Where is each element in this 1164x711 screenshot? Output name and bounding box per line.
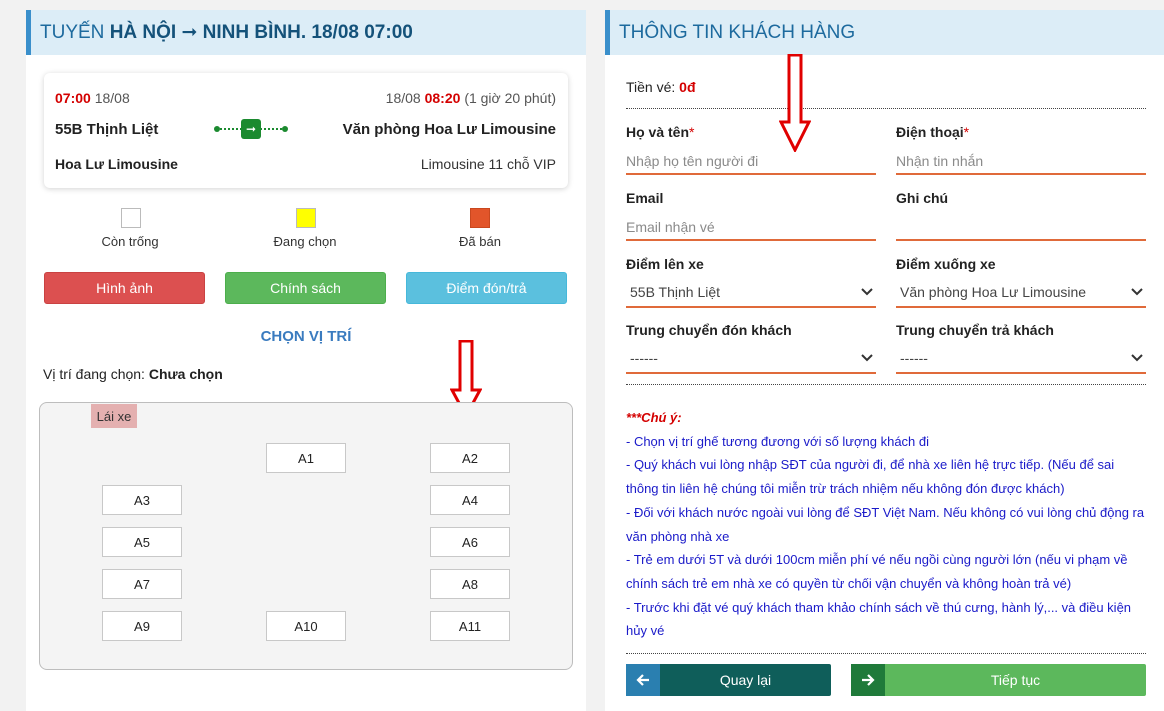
phone-input[interactable] bbox=[896, 149, 1146, 175]
arrow-right-icon bbox=[851, 664, 885, 696]
route-header: TUYẾN HÀ NỘI ➞ NINH BÌNH . 18/08 07:00 bbox=[26, 10, 586, 55]
seat-a4[interactable]: A4 bbox=[430, 485, 510, 515]
choose-position-heading: CHỌN VỊ TRÍ bbox=[260, 328, 352, 345]
divider bbox=[626, 384, 1146, 385]
arrive-info: 18/08 08:20 (1 giờ 20 phút) bbox=[386, 90, 556, 106]
pickup-select[interactable]: 55B Thịnh Liệt bbox=[626, 278, 876, 308]
seat-a9[interactable]: A9 bbox=[102, 611, 182, 641]
note-input[interactable] bbox=[896, 215, 1146, 241]
legend-empty-label: Còn trống bbox=[101, 234, 159, 249]
legend-sold-swatch bbox=[470, 208, 490, 228]
trip-panel: TUYẾN HÀ NỘI ➞ NINH BÌNH . 18/08 07:00 0… bbox=[26, 10, 586, 711]
route-arrow-icon: ➞ bbox=[181, 22, 198, 43]
selected-position-value: Chưa chọn bbox=[148, 366, 223, 382]
note-line: - Quý khách vui lòng nhập SĐT của người … bbox=[626, 457, 1115, 497]
name-input[interactable] bbox=[626, 149, 876, 175]
ticket-price: Tiền vé: 0đ bbox=[626, 79, 696, 95]
route-datetime: . 18/08 07:00 bbox=[300, 21, 413, 43]
trip-duration: (1 giờ 20 phút) bbox=[464, 90, 556, 106]
ticket-price-label: Tiền vé: bbox=[626, 79, 676, 95]
arrive-time: 08:20 bbox=[424, 90, 461, 106]
policy-button[interactable]: Chính sách bbox=[225, 272, 386, 304]
email-input[interactable] bbox=[626, 215, 876, 241]
customer-panel: THÔNG TIN KHÁCH HÀNG Tiền vé: 0đ Họ và t… bbox=[605, 10, 1164, 711]
route-destination-city: NINH BÌNH bbox=[202, 21, 301, 43]
back-button-label: Quay lại bbox=[719, 672, 772, 688]
legend-selecting-swatch bbox=[296, 208, 316, 228]
seat-a7[interactable]: A7 bbox=[102, 569, 182, 599]
route-arrow-box-icon: ➞ bbox=[241, 119, 261, 139]
route-origin-city: HÀ NỘI bbox=[109, 21, 177, 43]
chevron-down-icon bbox=[861, 288, 873, 296]
chevron-down-icon bbox=[1131, 288, 1143, 296]
ticket-price-value: 0đ bbox=[679, 79, 696, 95]
transfer-pickup-value: ------ bbox=[630, 350, 658, 366]
customer-header: THÔNG TIN KHÁCH HÀNG bbox=[605, 10, 1164, 55]
phone-label: Điện thoại* bbox=[896, 124, 970, 140]
trip-origin: 55B Thịnh Liệt bbox=[55, 121, 159, 138]
trip-operator: Hoa Lư Limousine bbox=[55, 156, 178, 172]
selected-position-label: Vị trí đang chọn: bbox=[43, 366, 145, 382]
note-line: - Chọn vị trí ghế tương đương với số lượ… bbox=[626, 433, 930, 449]
note-label: Ghi chú bbox=[896, 190, 949, 206]
dropoff-select[interactable]: Văn phòng Hoa Lư Limousine bbox=[896, 278, 1146, 308]
depart-date: 18/08 bbox=[94, 90, 130, 106]
transfer-drop-select[interactable]: ------ bbox=[896, 344, 1146, 374]
divider bbox=[626, 653, 1146, 654]
chevron-down-icon bbox=[1131, 354, 1143, 362]
seat-a1[interactable]: A1 bbox=[266, 443, 346, 473]
pickup-points-button[interactable]: Điểm đón/trả bbox=[406, 272, 567, 304]
seat-a11[interactable]: A11 bbox=[430, 611, 510, 641]
divider bbox=[626, 108, 1146, 109]
note-line: - Trẻ em dưới 5T và dưới 100cm miễn phí … bbox=[626, 552, 1128, 591]
seat-a8[interactable]: A8 bbox=[430, 569, 510, 599]
images-button[interactable]: Hình ảnh bbox=[44, 272, 205, 304]
transfer-drop-value: ------ bbox=[900, 350, 928, 366]
seat-a3[interactable]: A3 bbox=[102, 485, 182, 515]
legend-selecting-label: Đang chọn bbox=[273, 234, 337, 249]
trip-destination: Văn phòng Hoa Lư Limousine bbox=[342, 121, 556, 138]
route-prefix: TUYẾN bbox=[40, 21, 105, 43]
arrow-left-icon bbox=[626, 664, 660, 696]
notes-block: ***Chú ý: - Chọn vị trí ghế tương đương … bbox=[626, 406, 1146, 643]
customer-header-title: THÔNG TIN KHÁCH HÀNG bbox=[619, 21, 856, 43]
trip-vehicle: Limousine 11 chỗ VIP bbox=[420, 156, 556, 172]
next-button[interactable]: Tiếp tục bbox=[851, 664, 1146, 696]
name-label: Họ và tên* bbox=[626, 124, 695, 140]
back-button[interactable]: Quay lại bbox=[626, 664, 831, 696]
route-line-icon: ➞ bbox=[214, 119, 288, 139]
notes-title: ***Chú ý: bbox=[626, 410, 682, 425]
transfer-pickup-select[interactable]: ------ bbox=[626, 344, 876, 374]
seat-map: Lái xe A1 A2 A3 A4 A5 A6 A7 A8 A9 A10 A1… bbox=[39, 402, 573, 670]
email-label: Email bbox=[626, 190, 664, 206]
seat-a6[interactable]: A6 bbox=[430, 527, 510, 557]
legend-empty-swatch bbox=[121, 208, 141, 228]
chevron-down-icon bbox=[861, 354, 873, 362]
legend-sold-label: Đã bán bbox=[459, 234, 501, 249]
note-line: - Đối với khách nước ngoài vui lòng để S… bbox=[626, 504, 1145, 544]
selected-position: Vị trí đang chọn: Chưa chọn bbox=[43, 366, 223, 382]
trip-card: 07:00 18/08 18/08 08:20 (1 giờ 20 phút) … bbox=[44, 73, 568, 188]
transfer-drop-label: Trung chuyển trả khách bbox=[896, 322, 1054, 338]
seat-a10[interactable]: A10 bbox=[266, 611, 346, 641]
dropoff-label: Điểm xuống xe bbox=[896, 256, 996, 272]
transfer-pickup-label: Trung chuyển đón khách bbox=[626, 322, 792, 338]
depart-time: 07:00 bbox=[55, 90, 91, 106]
seat-a5[interactable]: A5 bbox=[102, 527, 182, 557]
next-button-label: Tiếp tục bbox=[990, 672, 1041, 688]
arrive-date: 18/08 bbox=[385, 90, 421, 106]
pickup-label: Điểm lên xe bbox=[626, 256, 704, 272]
pickup-select-value: 55B Thịnh Liệt bbox=[630, 284, 721, 300]
dropoff-select-value: Văn phòng Hoa Lư Limousine bbox=[900, 284, 1087, 300]
depart-info: 07:00 18/08 bbox=[55, 90, 130, 106]
down-arrow-icon bbox=[779, 54, 811, 152]
note-line: - Trước khi đặt vé quý khách tham khảo c… bbox=[626, 599, 1132, 639]
driver-seat: Lái xe bbox=[91, 404, 137, 428]
seat-a2[interactable]: A2 bbox=[430, 443, 510, 473]
